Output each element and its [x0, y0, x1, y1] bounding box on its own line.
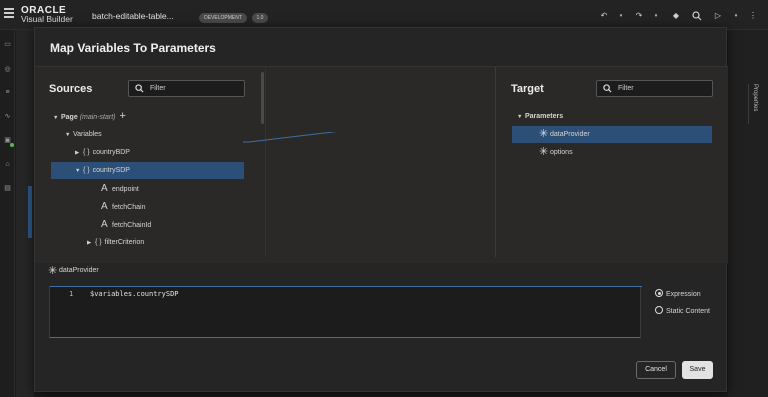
- play-icon[interactable]: ▷: [713, 11, 723, 21]
- caret-down-icon[interactable]: ▼: [53, 110, 61, 127]
- editor-field-label: ✳ dataProvider: [48, 265, 99, 277]
- undo-icon[interactable]: ↶: [599, 11, 609, 21]
- database-icon[interactable]: ≡: [3, 88, 12, 97]
- logo-subtext: Visual Builder: [21, 14, 73, 24]
- caret-right-icon[interactable]: ▶: [87, 235, 95, 252]
- filter-placeholder: Filter: [150, 85, 166, 92]
- monitor-icon[interactable]: ▭: [3, 40, 12, 49]
- scrollbar[interactable]: [261, 72, 264, 124]
- node-label: filterCriterion: [104, 239, 145, 246]
- asterisk-icon: ✳: [48, 265, 58, 277]
- param-label: options: [550, 149, 573, 156]
- map-variables-dialog: Map Variables To Parameters Sources Filt…: [34, 27, 728, 392]
- search-icon: [603, 84, 612, 93]
- search-icon: [135, 84, 144, 93]
- tree-node-countrybdp[interactable]: ▶{ } countryBDP: [75, 144, 130, 161]
- chevron-down-icon[interactable]: ▾: [731, 11, 741, 21]
- filter-placeholder: Filter: [618, 85, 634, 92]
- mapping-area: Sources Filter ▼ Page (main-start) + ▼ Vari…: [35, 66, 728, 263]
- target-param-dataprovider[interactable]: ✳ dataProvider: [512, 126, 712, 143]
- tree-node-filtercriterion[interactable]: ▶{ } filterCriterion: [87, 234, 144, 251]
- target-icon[interactable]: ◎: [3, 65, 12, 74]
- sources-title: Sources: [49, 83, 93, 95]
- cancel-button[interactable]: Cancel: [636, 361, 676, 379]
- string-icon: A: [101, 219, 108, 230]
- selected-indicator: [28, 186, 32, 238]
- hierarchy-icon[interactable]: ⌂: [3, 160, 12, 169]
- environment-badge: DEVELOPMENT: [199, 13, 247, 23]
- radio-selected-icon[interactable]: [655, 289, 663, 297]
- node-label: endpoint: [112, 186, 139, 193]
- tree-node-fetchchainid[interactable]: AfetchChainId: [101, 216, 151, 233]
- save-button[interactable]: Save: [682, 361, 713, 379]
- menu-icon[interactable]: [4, 8, 14, 18]
- caret-right-icon[interactable]: ▶: [75, 145, 83, 162]
- tree-node-endpoint[interactable]: Aendpoint: [101, 180, 139, 197]
- object-icon: { }: [83, 167, 90, 174]
- expression-radio[interactable]: Expression: [655, 289, 701, 299]
- app-title[interactable]: batch-editable-table...: [92, 11, 174, 21]
- expression-editor[interactable]: 1 $variables.countrySDP: [49, 286, 642, 338]
- asterisk-icon: ✳: [539, 146, 549, 158]
- pane-divider: [265, 67, 266, 257]
- chevron-down-icon[interactable]: ▾: [651, 11, 661, 21]
- radio-label: Static Content: [666, 308, 710, 315]
- top-header: ORACLE Visual Builder batch-editable-tab…: [0, 0, 768, 30]
- node-label: fetchChain: [112, 204, 146, 211]
- dialog-title: Map Variables To Parameters: [50, 41, 216, 55]
- navigator-panel: [16, 30, 34, 397]
- string-icon: A: [101, 183, 108, 194]
- tree-node-fetchchain[interactable]: AfetchChain: [101, 198, 145, 215]
- activity-rail: ▭ ◎ ≡ ∿ ▣ ⌂ ▤: [0, 30, 15, 397]
- node-label: countrySDP: [92, 167, 130, 174]
- object-icon: { }: [95, 239, 102, 246]
- add-icon[interactable]: +: [119, 110, 125, 122]
- target-title: Target: [511, 83, 544, 95]
- version-badge: 1.0: [252, 13, 268, 23]
- sources-filter-input[interactable]: Filter: [128, 80, 245, 97]
- field-label-text: dataProvider: [59, 267, 99, 274]
- mapping-connector: [243, 132, 337, 143]
- app-window: ORACLE Visual Builder batch-editable-tab…: [0, 0, 768, 397]
- parameters-label: Parameters: [525, 113, 564, 120]
- search-icon[interactable]: [692, 11, 702, 21]
- string-icon: A: [101, 201, 108, 212]
- node-label: fetchChainId: [112, 222, 152, 229]
- document-icon[interactable]: ▤: [3, 184, 12, 193]
- param-label: dataProvider: [550, 131, 590, 138]
- target-filter-input[interactable]: Filter: [596, 80, 713, 97]
- node-label: countryBDP: [92, 149, 130, 156]
- line-number: 1: [69, 290, 74, 298]
- caret-down-icon[interactable]: ▼: [75, 163, 83, 180]
- caret-down-icon[interactable]: ▼: [517, 109, 525, 126]
- tree-node-parameters[interactable]: ▼ Parameters: [517, 108, 563, 125]
- chevron-down-icon[interactable]: ▾: [616, 11, 626, 21]
- redo-icon[interactable]: ↷: [634, 11, 644, 21]
- properties-tab[interactable]: Properties: [748, 84, 760, 124]
- editor-focus-line: [50, 286, 642, 287]
- pulse-icon[interactable]: ∿: [3, 112, 12, 121]
- static-content-radio[interactable]: Static Content: [655, 306, 710, 316]
- radio-label: Expression: [666, 291, 701, 298]
- more-icon[interactable]: ⋮: [748, 11, 758, 21]
- pane-divider: [495, 67, 496, 257]
- properties-label: Properties: [752, 84, 758, 112]
- diamond-icon[interactable]: ◆: [671, 11, 681, 21]
- tree-node-variables[interactable]: ▼ Variables: [65, 126, 102, 143]
- caret-down-icon[interactable]: ▼: [65, 127, 73, 144]
- variables-label: Variables: [73, 131, 102, 138]
- tree-node-page[interactable]: ▼ Page (main-start) +: [53, 109, 126, 126]
- object-icon: { }: [83, 149, 90, 156]
- page-suffix: (main-start): [79, 114, 116, 121]
- status-dot: [10, 143, 14, 147]
- page-label: Page: [61, 114, 78, 121]
- target-param-options[interactable]: ✳ options: [539, 144, 573, 161]
- code-text[interactable]: $variables.countrySDP: [90, 290, 179, 298]
- radio-icon[interactable]: [655, 306, 663, 314]
- tree-node-countrysdp[interactable]: ▼{ } countrySDP: [51, 162, 244, 179]
- oracle-logo: ORACLE Visual Builder: [21, 6, 73, 24]
- asterisk-icon: ✳: [539, 128, 549, 140]
